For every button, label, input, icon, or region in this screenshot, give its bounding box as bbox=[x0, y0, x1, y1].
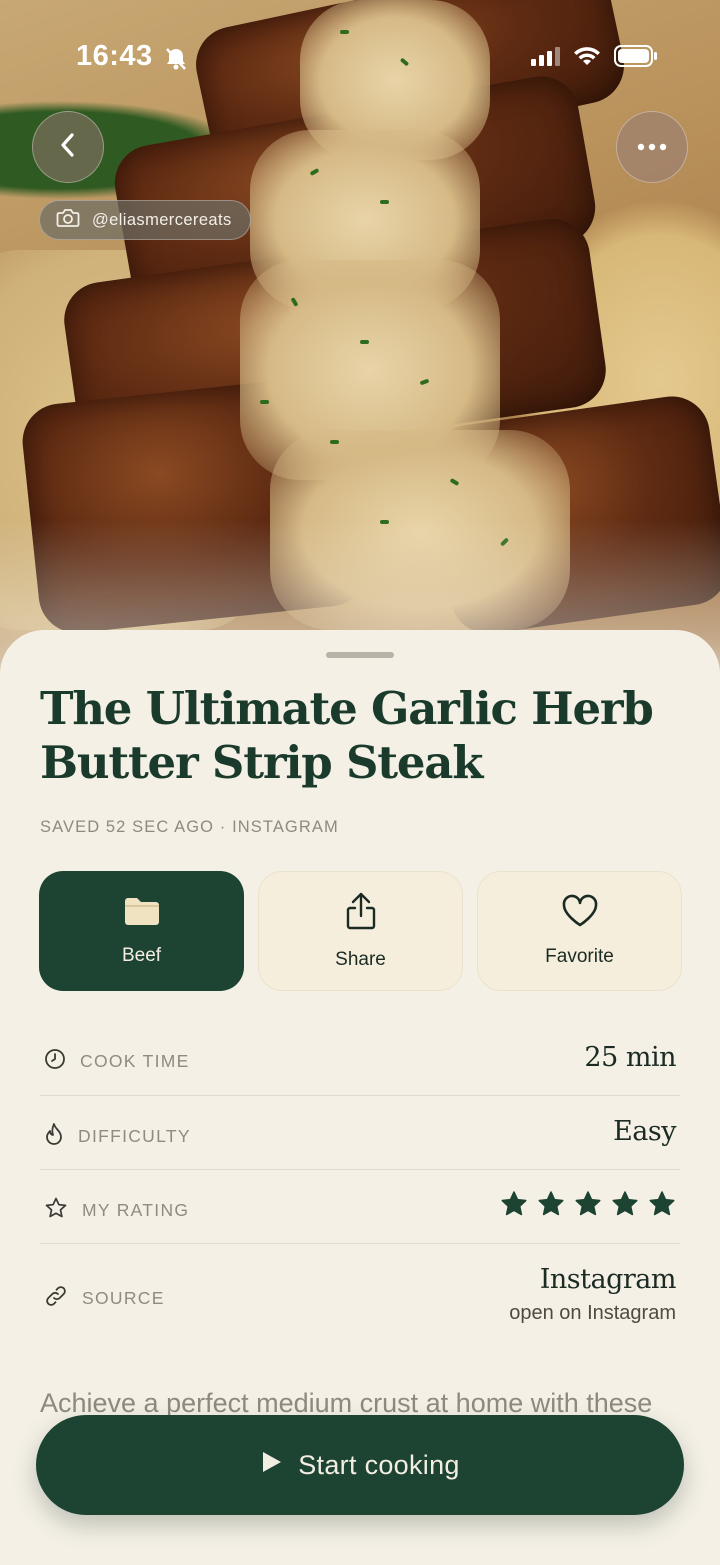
source-row[interactable]: SOURCE Instagram open on Instagram bbox=[40, 1244, 680, 1344]
more-horizontal-icon bbox=[637, 138, 667, 156]
favorite-label: Favorite bbox=[545, 946, 614, 967]
battery-icon bbox=[614, 44, 658, 73]
camera-icon bbox=[56, 208, 80, 233]
open-source-link[interactable]: open on Instagram bbox=[509, 1302, 676, 1325]
cook-time-label: COOK TIME bbox=[80, 1051, 190, 1071]
cellular-signal-icon bbox=[530, 46, 560, 71]
difficulty-row: DIFFICULTY Easy bbox=[40, 1096, 680, 1170]
rating-stars[interactable] bbox=[500, 1190, 676, 1223]
folder-icon bbox=[122, 895, 162, 933]
source-value: Instagram bbox=[539, 1264, 677, 1295]
flame-icon bbox=[44, 1122, 64, 1151]
clock-icon bbox=[44, 1048, 66, 1075]
star-icon[interactable] bbox=[611, 1190, 639, 1223]
difficulty-label: DIFFICULTY bbox=[78, 1126, 191, 1146]
recipe-meta: SAVED 52 SEC AGO · INSTAGRAM bbox=[40, 818, 339, 836]
difficulty-value: Easy bbox=[613, 1116, 676, 1147]
rating-label: MY RATING bbox=[82, 1200, 190, 1220]
start-cooking-button[interactable]: Start cooking bbox=[36, 1415, 684, 1515]
source-label: SOURCE bbox=[82, 1288, 165, 1308]
photo-credit-chip[interactable]: @eliasmercereats bbox=[39, 200, 251, 240]
share-label: Share bbox=[335, 949, 386, 970]
wifi-icon bbox=[572, 45, 602, 72]
heart-icon bbox=[561, 894, 599, 934]
more-options-button[interactable] bbox=[616, 111, 688, 183]
silent-mode-icon bbox=[163, 46, 189, 77]
collection-label: Beef bbox=[121, 945, 162, 966]
start-cooking-label: Start cooking bbox=[298, 1449, 460, 1480]
cook-time-value: 25 min bbox=[584, 1042, 676, 1073]
favorite-button[interactable]: Favorite bbox=[477, 871, 682, 991]
collection-button[interactable]: Beef bbox=[39, 871, 244, 991]
cook-time-row: COOK TIME 25 min bbox=[40, 1022, 680, 1096]
recipe-hero-image bbox=[0, 0, 720, 690]
recipe-title: The Ultimate Garlic Herb Butter Strip St… bbox=[40, 682, 654, 789]
share-button[interactable]: Share bbox=[258, 871, 463, 991]
rating-row: MY RATING bbox=[40, 1170, 680, 1244]
star-icon[interactable] bbox=[648, 1190, 676, 1223]
share-icon bbox=[344, 891, 378, 937]
star-icon[interactable] bbox=[574, 1190, 602, 1223]
photo-credit-handle: @eliasmercereats bbox=[92, 210, 232, 229]
star-icon[interactable] bbox=[537, 1190, 565, 1223]
recipe-info-list: COOK TIME 25 min DIFFICULTY Easy MY RATI… bbox=[40, 1022, 680, 1344]
chevron-left-icon bbox=[57, 132, 79, 163]
back-button[interactable] bbox=[32, 111, 104, 183]
star-icon[interactable] bbox=[500, 1190, 528, 1223]
action-buttons: Beef Share Favorite bbox=[39, 871, 682, 991]
star-outline-icon bbox=[44, 1196, 68, 1225]
play-icon bbox=[260, 1450, 282, 1481]
status-time: 16:43 bbox=[76, 40, 153, 72]
sheet-grabber[interactable] bbox=[326, 652, 394, 658]
link-icon bbox=[44, 1284, 68, 1313]
